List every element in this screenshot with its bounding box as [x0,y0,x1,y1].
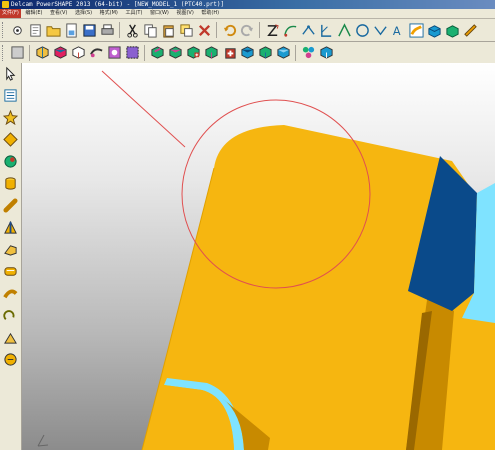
toolbar-separator [144,44,145,61]
workplane-icon[interactable] [3,87,19,103]
menu-bar: 文件(F) 编辑(E) 查看(V) 选择(S) 格式(M) 工具(T) 窗口(W… [0,9,495,19]
curve-icon[interactable] [300,22,316,38]
circle-icon[interactable] [354,22,370,38]
sweep-icon[interactable] [3,285,19,301]
menu-item-edit[interactable]: 编辑(E) [22,9,45,18]
toolbar-separator [216,22,217,38]
surface-shade-icon[interactable] [70,45,86,61]
hidden-line-icon[interactable] [88,45,104,61]
select-arrow-icon[interactable] [3,65,19,81]
axis-marker-icon [37,434,49,447]
model-scene[interactable] [22,63,495,450]
toolbar-grip[interactable] [2,22,6,38]
print-icon[interactable] [81,22,97,38]
graphics-viewport[interactable] [22,63,495,450]
main-toolbar: A [0,19,495,42]
view-toolbar [0,42,495,64]
menu-item-help[interactable]: 帮助(H) [198,9,222,18]
globe-icon[interactable] [3,153,19,169]
copy-icon[interactable] [142,22,158,38]
prism-icon[interactable] [3,219,19,235]
tube-icon[interactable] [3,263,19,279]
feature-fillet-icon[interactable] [221,45,237,61]
feature-add-icon[interactable] [149,45,165,61]
solid-shade-icon[interactable] [52,45,68,61]
component-icon[interactable] [318,45,334,61]
feature-wedge-icon[interactable] [275,45,291,61]
toolbar-separator [119,22,120,38]
spring-icon[interactable] [3,307,19,323]
view-box-icon[interactable] [106,45,122,61]
shaded-icon[interactable] [9,45,25,61]
delete-icon[interactable] [196,22,212,38]
cylinder-icon[interactable] [3,175,19,191]
surface-icon[interactable] [408,22,424,38]
svg-text:A: A [392,25,400,38]
new-icon[interactable] [9,22,25,38]
angle-icon[interactable] [336,22,352,38]
fillet-icon[interactable] [3,351,19,367]
menu-item-views[interactable]: 视图(V) [173,9,196,18]
electrode-icon[interactable] [444,22,460,38]
feature-draft-icon[interactable] [257,45,273,61]
feature-move-icon[interactable] [203,45,219,61]
text-icon[interactable] [372,22,388,38]
open-folder-icon[interactable] [45,22,61,38]
feature-boolean-icon[interactable] [185,45,201,61]
app-icon [2,1,9,8]
line-icon[interactable] [264,22,280,38]
menu-item-tools[interactable]: 工具(T) [122,9,145,18]
printer-icon[interactable] [99,22,115,38]
selection-icon[interactable] [178,22,194,38]
annotation-leader [101,70,186,148]
toolbar-separator [295,44,296,61]
cut-icon[interactable] [124,22,140,38]
ruler-icon[interactable] [462,22,478,38]
save-icon[interactable] [63,22,79,38]
blend-icon[interactable] [3,329,19,345]
menu-item-file[interactable]: 文件(F) [0,9,21,18]
cone-icon[interactable] [3,197,19,213]
toolbar-separator [29,44,30,61]
menu-item-select[interactable]: 选择(S) [72,9,95,18]
dimension-icon[interactable] [318,22,334,38]
assembly-icon[interactable] [300,45,316,61]
diamond-icon[interactable] [3,131,19,147]
feature-cut-icon[interactable] [167,45,183,61]
star-point-icon[interactable] [3,109,19,125]
left-toolbar [0,63,22,450]
menu-item-format[interactable]: 格式(M) [97,9,121,18]
menu-item-view[interactable]: 查看(V) [47,9,70,18]
undo-icon[interactable] [221,22,237,38]
toolbar-grip[interactable] [2,44,6,61]
window-title: Delcam PowerSHAPE 2013 (64-bit) - [NEW_M… [11,1,225,8]
view-select-icon[interactable] [124,45,140,61]
menu-item-window[interactable]: 窗口(W) [147,9,172,18]
title-bar: Delcam PowerSHAPE 2013 (64-bit) - [NEW_M… [0,0,495,9]
toolbar-separator [259,22,260,38]
feature-shell-icon[interactable] [239,45,255,61]
redo-icon[interactable] [239,22,255,38]
wedge-icon[interactable] [3,241,19,257]
symbol-icon[interactable]: A [390,22,406,38]
solid-icon[interactable] [426,22,442,38]
wireframe-icon[interactable] [34,45,50,61]
paste-icon[interactable] [160,22,176,38]
arc-icon[interactable] [282,22,298,38]
open-icon[interactable] [27,22,43,38]
